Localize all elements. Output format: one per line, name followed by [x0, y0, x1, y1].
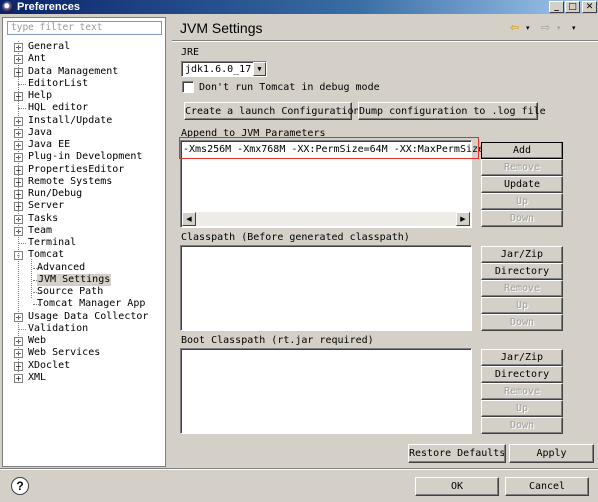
tree-item-label: Tomcat Manager App — [37, 298, 146, 309]
tree-item-label: Tasks — [28, 213, 59, 224]
boot-classpath-label: Boot Classpath (rt.jar required) — [181, 335, 374, 346]
jre-select[interactable]: jdk1.6.0_17 ▼ — [181, 61, 267, 77]
tree-connector — [18, 243, 26, 244]
classpath-directory-button[interactable]: Directory — [481, 263, 563, 280]
forward-arrow-icon[interactable]: ⇨ — [541, 21, 550, 34]
tree-item-label: Java EE — [28, 139, 71, 150]
tree-item-label: Web — [28, 335, 47, 346]
window-title: Preferences — [17, 1, 80, 13]
dialog-button-bar: ? OK Cancel — [0, 469, 598, 502]
classpath-list[interactable] — [180, 245, 472, 331]
create-launch-config-button[interactable]: Create a launch Configuration — [184, 102, 360, 120]
tree-item-label: EditorList — [28, 78, 89, 89]
back-menu-icon[interactable]: ▾ — [526, 24, 530, 32]
tree-item-label: Advanced — [37, 262, 86, 273]
remove-param-button[interactable]: Remove — [481, 159, 563, 176]
boot-remove-button[interactable]: Remove — [481, 383, 563, 400]
tree-item-label: XML — [28, 372, 47, 383]
tree-guide-line — [18, 41, 19, 372]
ok-button[interactable]: OK — [415, 477, 499, 496]
window-titlebar: Preferences _ □ ✕ — [0, 0, 598, 14]
tree-item-label: Web Services — [28, 347, 101, 358]
maximize-button[interactable]: □ — [565, 1, 580, 13]
dump-config-button[interactable]: Dump configuration to .log file — [358, 102, 546, 120]
tree-item-label: Validation — [28, 323, 89, 334]
close-button[interactable]: ✕ — [582, 1, 597, 13]
classpath-jar-button[interactable]: Jar/Zip — [481, 246, 563, 263]
tree-item-label: Team — [28, 225, 53, 236]
classpath-up-button[interactable]: Up — [481, 297, 563, 314]
jre-label: JRE — [181, 47, 200, 58]
tree-item-label: Server — [28, 200, 65, 211]
tree-guide-line — [31, 259, 32, 298]
jvm-settings-page: JVM Settings ⇦ ▾ ⇨ ▾ ▾ JRE jdk1.6.0_17 ▼… — [172, 14, 598, 469]
tree-connector — [18, 329, 26, 330]
classpath-label: Classpath (Before generated classpath) — [181, 232, 410, 243]
tree-item-label: Help — [28, 90, 53, 101]
apply-button[interactable]: Apply — [509, 444, 594, 463]
debug-checkbox[interactable] — [182, 81, 194, 93]
help-icon[interactable]: ? — [11, 477, 29, 495]
tree-item-label: Remote Systems — [28, 176, 113, 187]
tree-connector — [18, 84, 26, 85]
tree-item-label: XDoclet — [28, 360, 71, 371]
cancel-button[interactable]: Cancel — [505, 477, 589, 496]
preferences-tree-panel: type filter text + General + Ant + Data Manag… — [2, 17, 166, 467]
restore-defaults-button[interactable]: Restore Defaults — [408, 444, 506, 463]
header-separator — [172, 40, 598, 42]
boot-classpath-list[interactable] — [180, 348, 472, 434]
eclipse-icon — [2, 1, 14, 13]
scroll-right-icon[interactable]: ▶ — [456, 212, 470, 226]
boot-jar-button[interactable]: Jar/Zip — [481, 349, 563, 366]
tree-item-label: Install/Update — [28, 115, 113, 126]
chevron-down-icon[interactable]: ▼ — [253, 62, 266, 76]
forward-menu-icon[interactable]: ▾ — [557, 24, 561, 32]
tree-item-label: PropertiesEditor — [28, 164, 125, 175]
filter-input[interactable]: type filter text — [7, 21, 162, 35]
back-arrow-icon[interactable]: ⇦ — [510, 21, 519, 34]
append-params-highlight — [179, 137, 479, 159]
tree-item-label: Java — [28, 127, 53, 138]
page-title: JVM Settings — [180, 20, 263, 36]
view-menu-icon[interactable]: ▾ — [572, 24, 576, 32]
tree-item-label: Tomcat — [28, 249, 65, 260]
down-param-button[interactable]: Down — [481, 210, 563, 227]
classpath-remove-button[interactable]: Remove — [481, 280, 563, 297]
minimize-button[interactable]: _ — [549, 1, 564, 13]
tree-item-label: JVM Settings — [37, 274, 112, 286]
tree-item-label: Run/Debug — [28, 188, 83, 199]
tree-item-label: Terminal — [28, 237, 77, 248]
expand-icon[interactable]: + — [14, 374, 23, 383]
tree-item-label: Usage Data Collector — [28, 311, 149, 322]
tree-item-label: Ant — [28, 53, 47, 64]
add-button[interactable]: Add — [481, 142, 563, 159]
debug-checkbox-label: Don't run Tomcat in debug mode — [199, 82, 380, 93]
boot-down-button[interactable]: Down — [481, 417, 563, 434]
up-param-button[interactable]: Up — [481, 193, 563, 210]
boot-up-button[interactable]: Up — [481, 400, 563, 417]
boot-directory-button[interactable]: Directory — [481, 366, 563, 383]
tree-item-label: Plug-in Development — [28, 151, 143, 162]
scroll-left-icon[interactable]: ◀ — [182, 212, 196, 226]
jre-value: jdk1.6.0_17 — [185, 64, 252, 75]
tree-item-label: Data Management — [28, 66, 119, 77]
tree-item-label: HQL editor — [28, 102, 89, 113]
tree-item-label: Source Path — [37, 286, 104, 297]
update-button[interactable]: Update — [481, 176, 563, 193]
tree-connector — [18, 108, 26, 109]
classpath-down-button[interactable]: Down — [481, 314, 563, 331]
tree-item-label: General — [28, 41, 71, 52]
horizontal-scrollbar[interactable]: ◀ ▶ — [182, 212, 470, 226]
